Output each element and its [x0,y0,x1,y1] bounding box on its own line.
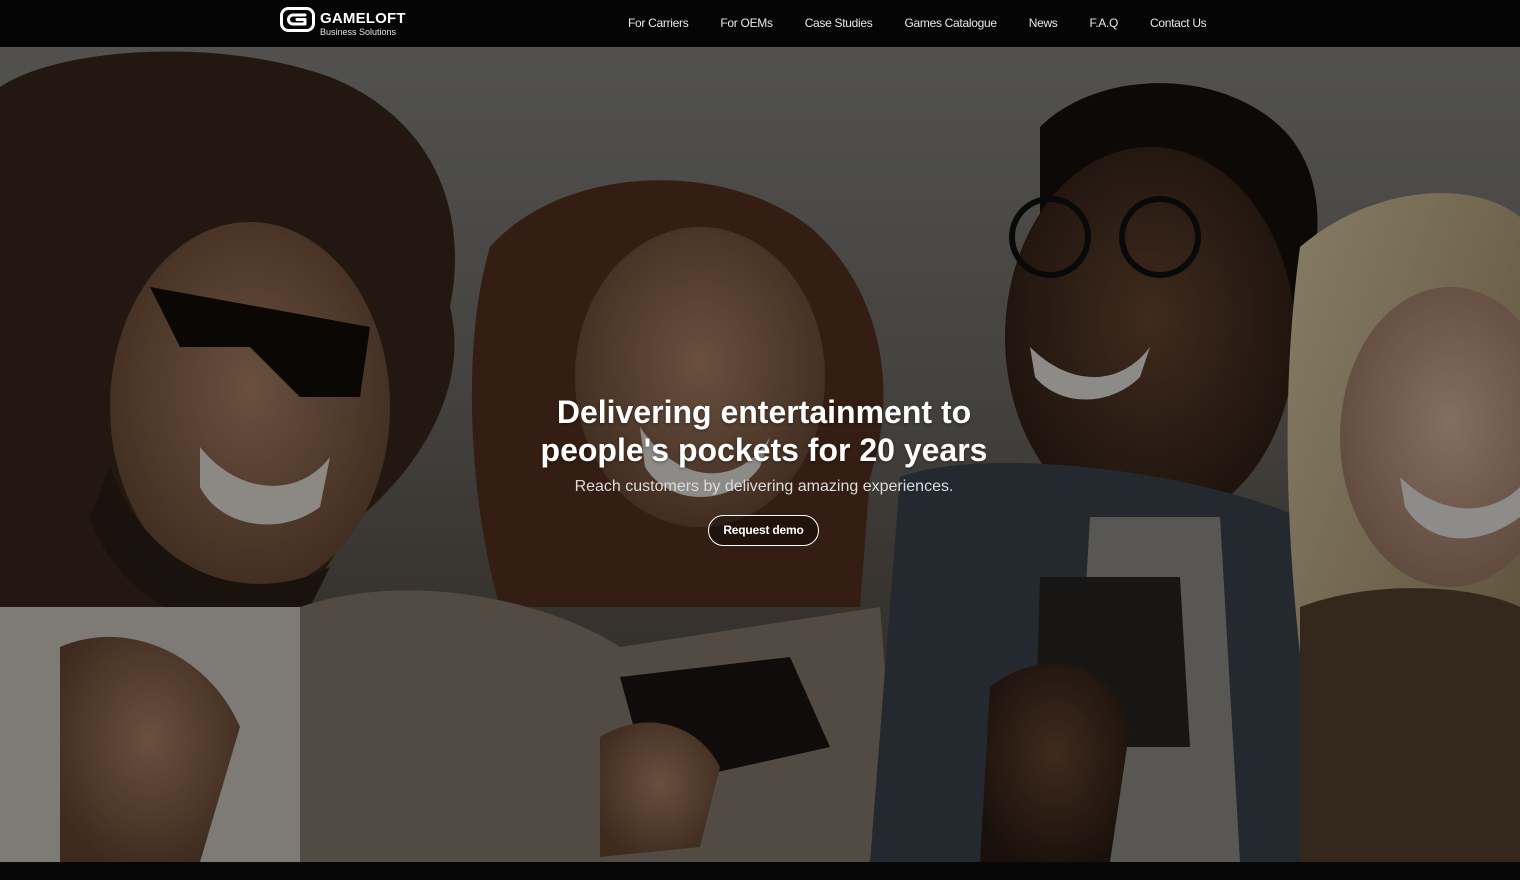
nav-for-carriers[interactable]: For Carriers [612,0,704,47]
hero-title-line-2: people's pockets for 20 years [540,432,988,468]
brand-name: GAMELOFT [320,10,406,27]
hero-content: Delivering entertainment to people's poc… [0,47,1520,862]
page-bottom-strip [0,862,1520,880]
top-navbar: GAMELOFT Business Solutions For Carriers… [0,0,1520,47]
nav-news[interactable]: News [1013,0,1074,47]
request-demo-button[interactable]: Request demo [708,515,819,546]
nav-for-oems[interactable]: For OEMs [704,0,788,47]
hero-title-line-1: Delivering entertainment to [556,394,972,430]
gameloft-logo-link[interactable]: GAMELOFT Business Solutions [280,7,420,39]
nav-contact-us[interactable]: Contact Us [1134,0,1222,47]
nav-case-studies[interactable]: Case Studies [789,0,889,47]
hero-subtitle: Reach customers by delivering amazing ex… [574,478,954,495]
hero-title: Delivering entertainment to people's poc… [460,393,1068,469]
hero-section: Delivering entertainment to people's poc… [0,47,1520,862]
brand-tagline: Business Solutions [320,27,397,37]
nav-faq[interactable]: F.A.Q [1074,0,1135,47]
nav-games-catalogue[interactable]: Games Catalogue [888,0,1012,47]
gameloft-logo-icon [280,7,315,32]
main-navigation: For Carriers For OEMs Case Studies Games… [612,0,1222,47]
